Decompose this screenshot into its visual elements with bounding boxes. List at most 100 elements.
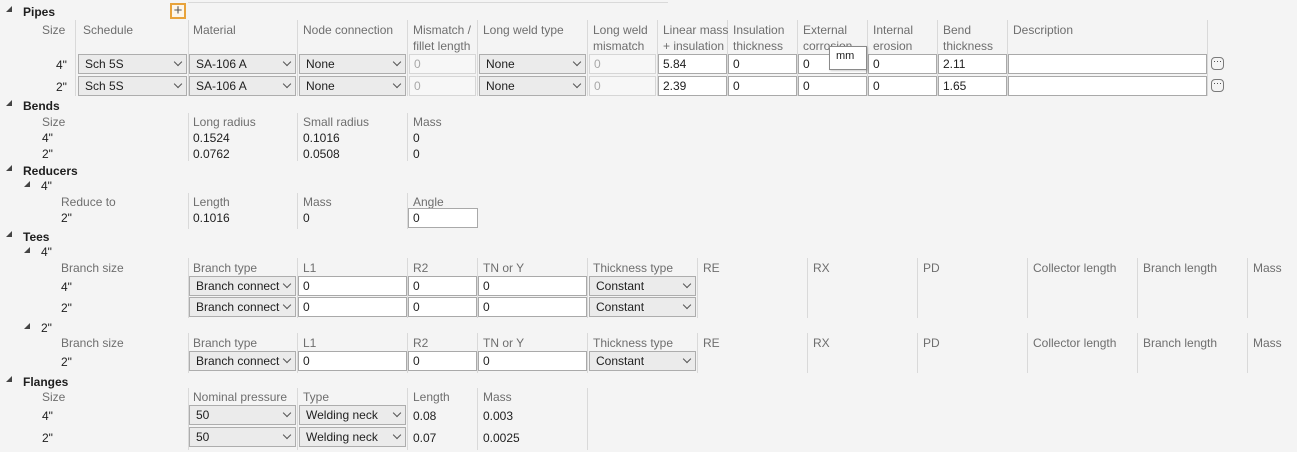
row-options-button[interactable]: ··· (1211, 79, 1224, 92)
grid-line (1137, 258, 1138, 318)
bend-thickness-field[interactable]: 1.65 (938, 76, 1007, 96)
ellipsis-icon: ··· (1213, 56, 1222, 66)
node-connection-dropdown[interactable]: None (299, 76, 406, 96)
mismatch-field[interactable]: 0 (409, 76, 476, 96)
header-thickness-type: Thickness type (593, 336, 674, 350)
header-mismatch-line2: fillet length (413, 39, 471, 53)
flange-type-dropdown[interactable]: Welding neck (299, 427, 406, 447)
header-mass: Mass (1253, 261, 1282, 275)
long-weld-type-dropdown[interactable]: None (479, 76, 586, 96)
long-weld-type-dropdown[interactable]: None (479, 54, 586, 74)
bend-thickness-field[interactable]: 2.11 (938, 54, 1007, 74)
description-field[interactable] (1008, 76, 1207, 96)
l1-field[interactable]: 0 (298, 351, 407, 371)
chevron-down-icon (392, 408, 402, 418)
section-title-pipes: Pipes (23, 5, 56, 19)
header-tn-or-y: TN or Y (483, 261, 525, 275)
header-mismatch-line1: Mismatch / (413, 23, 472, 37)
angle-field[interactable]: 0 (408, 208, 478, 228)
description-field[interactable] (1008, 54, 1207, 74)
branch-type-dropdown[interactable]: Branch connect (189, 276, 296, 296)
r2-field[interactable]: 0 (408, 297, 477, 317)
header-external-corrosion-line1: External (803, 23, 848, 37)
r2-field[interactable]: 0 (408, 351, 477, 371)
long-weld-mismatch-field[interactable]: 0 (589, 54, 656, 74)
material-dropdown[interactable]: SA-106 A (189, 54, 296, 74)
header-long-radius: Long radius (193, 115, 256, 129)
reducer-reduce-to: 2" (61, 211, 72, 225)
internal-erosion-field[interactable]: 0 (868, 76, 937, 96)
chevron-down-icon (282, 408, 292, 418)
branch-type-dropdown[interactable]: Branch connect (189, 351, 296, 371)
long-weld-type-value: None (486, 57, 515, 71)
collapse-reducers-icon[interactable] (6, 165, 12, 171)
collapse-reducer-group-icon[interactable] (24, 181, 30, 187)
header-small-radius: Small radius (303, 115, 370, 129)
r2-field[interactable]: 0 (408, 276, 477, 296)
header-size: Size (42, 23, 66, 37)
internal-erosion-field[interactable]: 0 (868, 54, 937, 74)
branch-type-dropdown[interactable]: Branch connect (189, 297, 296, 317)
thickness-type-value: Constant (596, 279, 645, 293)
node-connection-dropdown[interactable]: None (299, 54, 406, 74)
material-dropdown[interactable]: SA-106 A (189, 76, 296, 96)
add-pipe-button[interactable]: + (170, 3, 186, 19)
insulation-thickness-field[interactable]: 0 (728, 54, 797, 74)
bend-size: 4" (42, 131, 53, 145)
thickness-type-value: Constant (596, 354, 645, 368)
collapse-tee-group-icon[interactable] (24, 323, 30, 329)
header-linear-mass-line2: + insulation (663, 39, 725, 53)
section-title-tees: Tees (23, 230, 50, 244)
branch-type-value: Branch connect (196, 279, 280, 293)
insulation-thickness-field[interactable]: 0 (728, 76, 797, 96)
thickness-type-dropdown[interactable]: Constant (589, 276, 696, 296)
tn-field[interactable]: 0 (478, 276, 587, 296)
linear-mass-field[interactable]: 2.39 (658, 76, 727, 96)
schedule-dropdown[interactable]: Sch 5S (78, 76, 187, 96)
pipe-size: 4" (56, 58, 67, 72)
flange-type-dropdown[interactable]: Welding neck (299, 405, 406, 425)
schedule-dropdown[interactable]: Sch 5S (78, 54, 187, 74)
header-reduce-to: Reduce to (61, 195, 116, 209)
collapse-tees-icon[interactable] (6, 231, 12, 237)
collapse-tee-group-icon[interactable] (24, 247, 30, 253)
l1-field[interactable]: 0 (298, 297, 407, 317)
header-length: Length (193, 195, 230, 209)
mismatch-field[interactable]: 0 (409, 54, 476, 74)
linear-mass-field[interactable]: 5.84 (658, 54, 727, 74)
nominal-pressure-dropdown[interactable]: 50 (189, 427, 296, 447)
header-rx: RX (813, 261, 830, 275)
l1-field[interactable]: 0 (298, 276, 407, 296)
header-bend-thickness-line1: Bend (943, 23, 972, 37)
row-options-button[interactable]: ··· (1211, 57, 1224, 70)
header-r2: R2 (413, 261, 429, 275)
grid-line (297, 193, 298, 229)
collapse-bends-icon[interactable] (6, 100, 12, 106)
flange-size: 4" (42, 409, 53, 423)
thickness-type-dropdown[interactable]: Constant (589, 297, 696, 317)
header-type: Type (303, 390, 330, 404)
nominal-pressure-dropdown[interactable]: 50 (189, 405, 296, 425)
nominal-pressure-value: 50 (196, 430, 210, 444)
grid-line (917, 333, 918, 373)
grid-line (297, 388, 298, 450)
flange-type-value: Welding neck (306, 408, 378, 422)
header-re: RE (703, 261, 720, 275)
chevron-down-icon (392, 430, 402, 440)
header-branch-length: Branch length (1143, 336, 1218, 350)
tn-field[interactable]: 0 (478, 351, 587, 371)
grid-line (407, 20, 408, 96)
grid-line (75, 20, 76, 96)
collapse-flanges-icon[interactable] (6, 376, 12, 382)
thickness-type-dropdown[interactable]: Constant (589, 351, 696, 371)
header-rx: RX (813, 336, 830, 350)
collapse-pipes-icon[interactable] (6, 6, 12, 12)
grid-line (697, 258, 698, 318)
header-angle: Angle (413, 195, 444, 209)
tn-field[interactable]: 0 (478, 297, 587, 317)
pipe-size: 2" (56, 80, 67, 94)
bend-mass: 0 (413, 147, 420, 161)
external-corrosion-field[interactable]: 0 (798, 76, 867, 96)
header-branch-type: Branch type (193, 261, 258, 275)
long-weld-mismatch-field[interactable]: 0 (589, 76, 656, 96)
